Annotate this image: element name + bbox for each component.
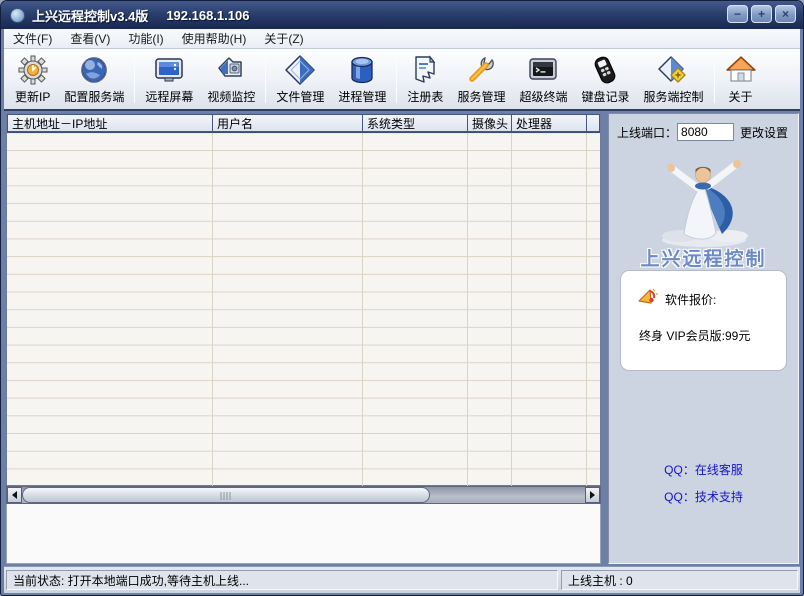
status-current-state: 当前状态: 打开本地端口成功,等待主机上线...: [6, 570, 558, 590]
toolbar-about[interactable]: 关于: [718, 51, 764, 107]
toolbar-keylogger[interactable]: 键盘记录: [574, 51, 636, 107]
grid-line: [586, 133, 587, 486]
toolbar-separator: [134, 55, 136, 103]
grid-line: [212, 133, 213, 486]
toolbar-configure-server[interactable]: 配置服务端: [57, 51, 131, 107]
app-window: 上兴远程控制v3.4版 192.168.1.106 − + × 文件(F) 查看…: [0, 0, 804, 596]
port-input[interactable]: [677, 123, 735, 141]
close-button[interactable]: ×: [775, 5, 796, 23]
keylogger-icon: [589, 54, 621, 86]
window-title-ip: 192.168.1.106: [166, 7, 250, 23]
minimize-button[interactable]: −: [727, 5, 748, 23]
globe-icon: [78, 54, 110, 86]
maximize-button[interactable]: +: [751, 5, 772, 23]
toolbar-label: 进程管理: [338, 89, 387, 104]
brand-logo-text: 上兴远程控制: [640, 249, 767, 270]
scroll-left-button[interactable]: [7, 487, 22, 503]
toolbar-label: 配置服务端: [64, 89, 125, 104]
toolbar-video-monitor[interactable]: 视频监控: [200, 51, 262, 107]
scroll-right-icon: [590, 491, 595, 499]
menu-view[interactable]: 查看(V): [61, 28, 119, 49]
scroll-left-icon: [12, 491, 17, 499]
toolbar-server-control[interactable]: 服务端控制: [636, 51, 710, 107]
qq-customer-service-link[interactable]: QQ：在线客服: [609, 461, 798, 478]
app-icon[interactable]: [10, 7, 25, 23]
price-title: 软件报价:: [665, 293, 717, 307]
toolbar-separator: [396, 55, 398, 103]
toolbar-process-manager[interactable]: 进程管理: [331, 51, 393, 107]
registry-icon: [409, 54, 441, 86]
window-title: 上兴远程控制v3.4版: [32, 8, 149, 24]
horizontal-scrollbar[interactable]: [6, 486, 601, 504]
toolbar-label: 视频监控: [207, 89, 256, 104]
scrollbar-thumb[interactable]: [22, 487, 430, 503]
price-detail: 终身 VIP会员版:99元: [639, 329, 751, 343]
title-bar[interactable]: 上兴远程控制v3.4版 192.168.1.106 − + ×: [1, 1, 803, 29]
toolbar-remote-screen[interactable]: 远程屏幕: [138, 51, 200, 107]
server-control-icon: [657, 54, 689, 86]
toolbar-registry[interactable]: 注册表: [400, 51, 450, 107]
file-icon: [284, 54, 316, 86]
column-header-host-ip[interactable]: 主机地址－IP地址: [7, 114, 213, 132]
menu-function[interactable]: 功能(I): [119, 28, 172, 49]
toolbar-label: 超级终端: [519, 89, 568, 104]
toolbar-file-manager[interactable]: 文件管理: [269, 51, 331, 107]
column-header-username[interactable]: 用户名: [213, 114, 363, 132]
price-box: 软件报价: 终身 VIP会员版:99元: [620, 270, 787, 371]
toolbar-label: 关于: [728, 89, 753, 104]
host-list: 主机地址－IP地址 用户名 系统类型 摄像头 处理器: [6, 113, 601, 486]
host-list-header: 主机地址－IP地址 用户名 系统类型 摄像头 处理器: [7, 114, 600, 133]
toolbar-label: 注册表: [407, 89, 444, 104]
toolbar: 更新IP 配置服务端 远程屏幕 视频监控 文件管理 进程管理 注册表 服务管理 …: [4, 49, 800, 111]
video-icon: [215, 54, 247, 86]
grid-line: [362, 133, 363, 486]
menu-file[interactable]: 文件(F): [4, 28, 61, 49]
toolbar-super-terminal[interactable]: 超级终端: [512, 51, 574, 107]
column-header-cpu[interactable]: 处理器: [512, 114, 587, 132]
grid-line: [467, 133, 468, 486]
column-header-stub: [587, 114, 600, 132]
column-header-os-type[interactable]: 系统类型: [363, 114, 468, 132]
monitor-icon: [153, 54, 185, 86]
toolbar-label: 更新IP: [15, 89, 51, 104]
change-settings-button[interactable]: 更改设置: [740, 124, 788, 141]
side-panel: 上线端口： 更改设置 上兴远程控制: [608, 113, 799, 564]
host-list-body: [7, 133, 600, 486]
database-icon: [346, 54, 378, 86]
toolbar-update-ip[interactable]: 更新IP: [8, 51, 57, 107]
toolbar-separator: [713, 55, 715, 103]
terminal-icon: [527, 54, 559, 86]
toolbar-label: 键盘记录: [581, 89, 630, 104]
menu-about[interactable]: 关于(Z): [255, 28, 312, 49]
scrollbar-grip-icon: [220, 492, 232, 500]
mascot-figure: [644, 156, 764, 253]
toolbar-label: 远程屏幕: [145, 89, 194, 104]
home-icon: [725, 54, 757, 86]
menu-help[interactable]: 使用帮助(H): [173, 28, 256, 49]
toolbar-label: 服务管理: [457, 89, 506, 104]
column-header-camera[interactable]: 摄像头: [468, 114, 512, 132]
gear-icon: [17, 54, 49, 86]
lower-blank-panel: [6, 504, 601, 564]
menu-bar: 文件(F) 查看(V) 功能(I) 使用帮助(H) 关于(Z): [4, 29, 800, 49]
wrench-icon: [465, 54, 497, 86]
toolbar-service-manager[interactable]: 服务管理: [450, 51, 512, 107]
horn-icon: [637, 287, 659, 312]
toolbar-label: 服务端控制: [643, 89, 704, 104]
toolbar-label: 文件管理: [276, 89, 325, 104]
port-label: 上线端口：: [617, 125, 678, 140]
toolbar-separator: [265, 55, 267, 103]
status-bar: 当前状态: 打开本地端口成功,等待主机上线... 上线主机 : 0: [4, 566, 800, 593]
grid-line: [511, 133, 512, 486]
status-online-hosts: 上线主机 : 0: [561, 570, 798, 590]
scroll-right-button[interactable]: [585, 487, 600, 503]
qq-tech-support-link[interactable]: QQ：技术支持: [609, 488, 798, 505]
